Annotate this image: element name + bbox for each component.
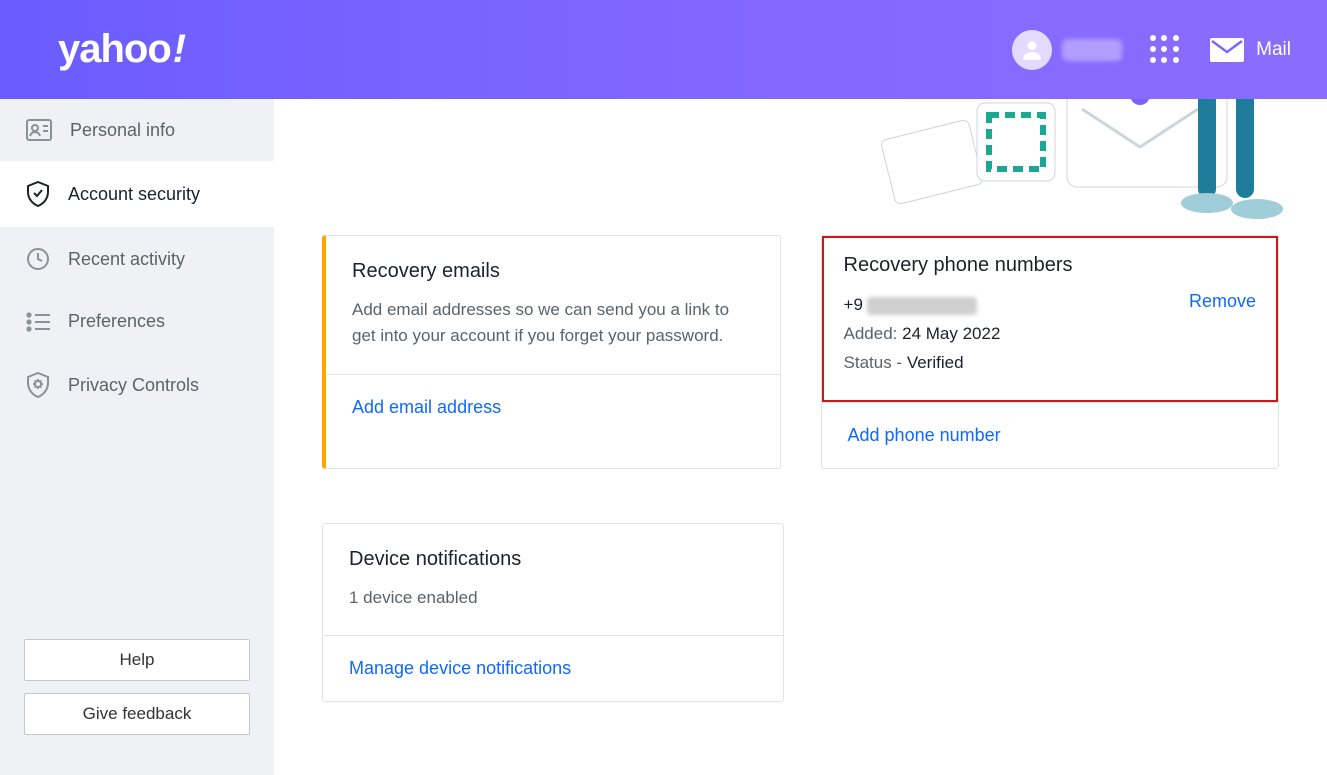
help-button[interactable]: Help [24, 639, 250, 681]
user-name-redacted [1062, 39, 1122, 61]
manage-device-notifications-link[interactable]: Manage device notifications [349, 658, 571, 678]
sidebar-item-preferences[interactable]: Preferences [0, 291, 274, 352]
sidebar-item-label: Account security [68, 184, 200, 205]
logo-bang: ! [173, 27, 185, 72]
mail-label: Mail [1256, 39, 1291, 61]
device-count-label: 1 device enabled [349, 585, 757, 611]
header-bar: yahoo! Mail [0, 0, 1327, 99]
sidebar-item-label: Privacy Controls [68, 375, 199, 396]
mail-link[interactable]: Mail [1210, 38, 1291, 62]
phone-number-prefix: +9 [844, 295, 863, 314]
card-title: Recovery emails [352, 260, 754, 283]
yahoo-logo[interactable]: yahoo! [58, 27, 185, 72]
sidebar: Personal info Account security Recent ac… [0, 99, 274, 775]
device-notifications-card: Device notifications 1 device enabled Ma… [322, 523, 784, 702]
shield-gear-icon [26, 372, 50, 398]
sidebar-item-recent-activity[interactable]: Recent activity [0, 227, 274, 291]
phone-number-redacted [867, 297, 977, 315]
sidebar-item-privacy-controls[interactable]: Privacy Controls [0, 352, 274, 418]
added-label: Added: [844, 324, 903, 343]
card-title: Device notifications [349, 548, 757, 571]
status-value: Verified [907, 353, 964, 372]
clock-icon [26, 247, 50, 271]
sidebar-item-label: Recent activity [68, 249, 185, 270]
remove-phone-link[interactable]: Remove [1189, 291, 1256, 312]
list-bullet-icon [26, 312, 50, 332]
banner-illustration [867, 99, 1287, 219]
logo-text: yahoo [58, 27, 171, 72]
card-title: Recovery phone numbers [844, 254, 1256, 277]
add-phone-number-link[interactable]: Add phone number [848, 425, 1001, 445]
add-email-address-link[interactable]: Add email address [352, 397, 501, 417]
user-account-chip[interactable] [1012, 30, 1122, 70]
recovery-phone-highlighted-region: Recovery phone numbers +9 Added: 24 May … [822, 236, 1278, 402]
status-label: Status - [844, 353, 907, 372]
sidebar-item-label: Personal info [70, 120, 175, 141]
main-content: Recovery emails Add email addresses so w… [274, 99, 1327, 775]
sidebar-item-label: Preferences [68, 311, 165, 332]
give-feedback-button[interactable]: Give feedback [24, 693, 250, 735]
sidebar-item-personal-info[interactable]: Personal info [0, 99, 274, 161]
phone-status-row: Status - Verified [844, 349, 1001, 378]
recovery-phones-card: Recovery phone numbers +9 Added: 24 May … [821, 235, 1279, 469]
apps-grid-icon[interactable] [1150, 35, 1180, 65]
card-description: Add email addresses so we can send you a… [352, 297, 754, 350]
added-value: 24 May 2022 [902, 324, 1000, 343]
recovery-emails-card: Recovery emails Add email addresses so w… [322, 235, 781, 469]
id-card-icon [26, 119, 52, 141]
shield-check-icon [26, 181, 50, 207]
mail-icon [1210, 38, 1244, 62]
phone-number-row: +9 [844, 291, 1001, 320]
avatar-icon [1012, 30, 1052, 70]
sidebar-item-account-security[interactable]: Account security [0, 161, 274, 227]
phone-added-row: Added: 24 May 2022 [844, 320, 1001, 349]
